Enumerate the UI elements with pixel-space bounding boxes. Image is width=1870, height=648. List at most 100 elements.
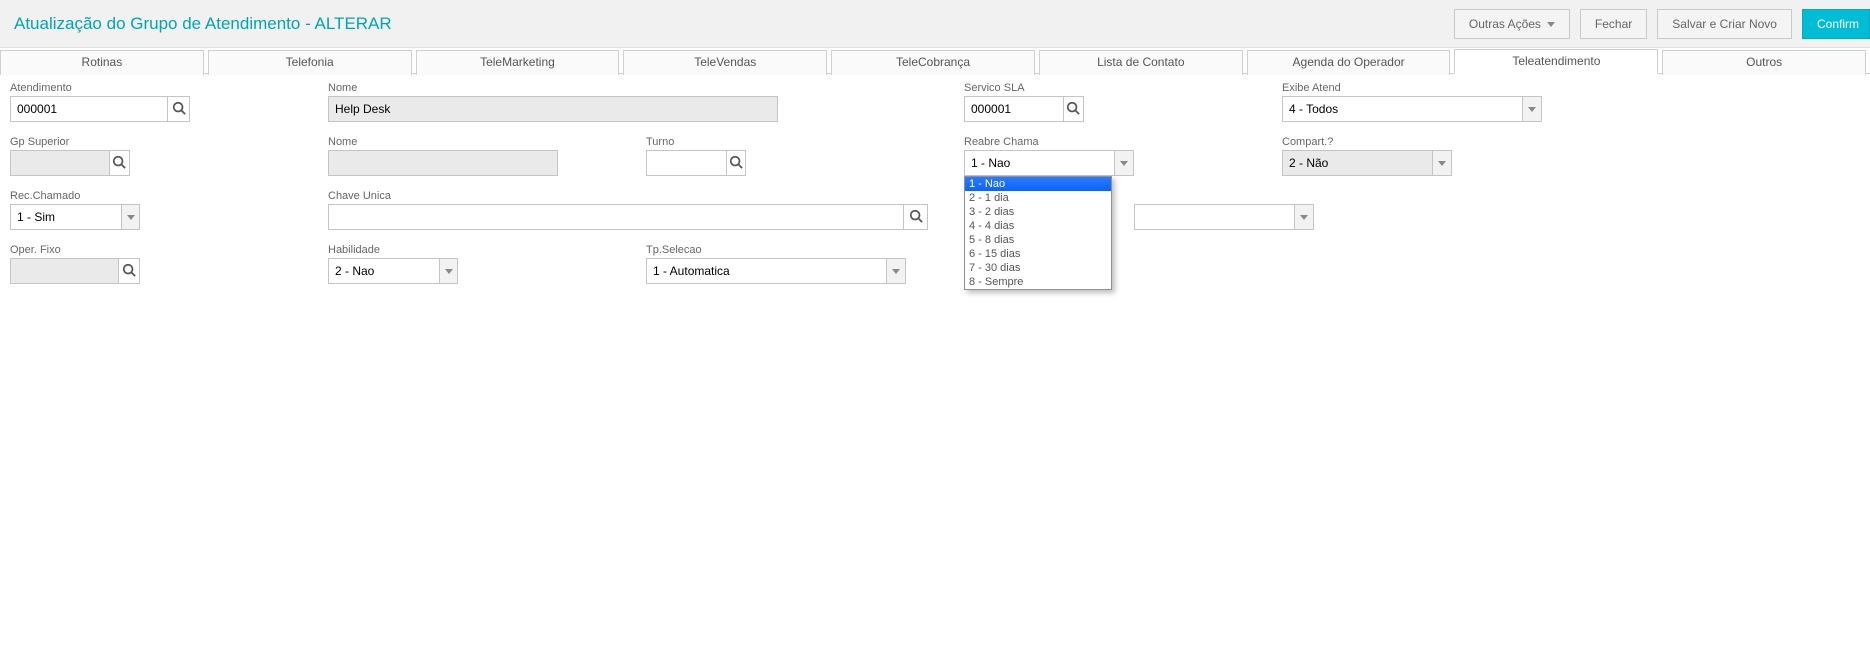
tab-telecobranca[interactable]: TeleCobrança xyxy=(831,50,1035,75)
extra-combo[interactable] xyxy=(1134,204,1314,230)
compart-label: Compart.? xyxy=(1282,136,1592,148)
tp-selecao-combo[interactable] xyxy=(646,258,906,284)
reabre-option[interactable]: 3 - 2 dias xyxy=(965,205,1111,219)
habilidade-combo[interactable] xyxy=(328,258,458,284)
oper-fixo-label: Oper. Fixo xyxy=(10,244,320,256)
search-icon xyxy=(172,101,186,118)
rec-chamado-combo[interactable] xyxy=(10,204,140,230)
search-icon xyxy=(909,209,923,226)
chevron-down-icon xyxy=(1547,22,1555,27)
chave-unica-input[interactable] xyxy=(328,204,903,230)
tab-telefonia[interactable]: Telefonia xyxy=(208,50,412,75)
nome2-input[interactable] xyxy=(328,150,558,176)
reabre-arrow[interactable] xyxy=(1114,150,1134,176)
gp-superior-search-button[interactable] xyxy=(109,150,130,176)
extra-arrow[interactable] xyxy=(1294,204,1314,230)
tp-selecao-input[interactable] xyxy=(646,258,886,284)
nome1-input[interactable] xyxy=(328,96,778,122)
form-area: Atendimento Nome Servico SLA xyxy=(0,74,1870,306)
tab-lista-contato[interactable]: Lista de Contato xyxy=(1039,50,1243,75)
chevron-down-icon xyxy=(1438,161,1446,166)
page-title: Atualização do Grupo de Atendimento - AL… xyxy=(14,14,1454,34)
tp-selecao-arrow[interactable] xyxy=(886,258,906,284)
servico-sla-field xyxy=(964,96,1084,122)
tab-agenda-operador[interactable]: Agenda do Operador xyxy=(1247,50,1451,75)
confirm-button[interactable]: Confirm xyxy=(1802,9,1870,39)
oper-fixo-field xyxy=(10,258,140,284)
chave-unica-search-button[interactable] xyxy=(903,204,928,230)
exibe-atend-combo[interactable] xyxy=(1282,96,1542,122)
servico-sla-label: Servico SLA xyxy=(964,82,1274,94)
habilidade-arrow[interactable] xyxy=(439,258,458,284)
rec-chamado-arrow[interactable] xyxy=(121,204,140,230)
turno-search-button[interactable] xyxy=(726,150,746,176)
chevron-down-icon xyxy=(127,215,135,220)
servico-sla-search-button[interactable] xyxy=(1063,96,1084,122)
other-actions-button[interactable]: Outras Ações xyxy=(1454,9,1570,39)
habilidade-label: Habilidade xyxy=(328,244,638,256)
chave-unica-label: Chave Unica xyxy=(328,190,956,202)
header-bar: Atualização do Grupo de Atendimento - AL… xyxy=(0,0,1870,48)
rec-chamado-label: Rec.Chamado xyxy=(10,190,320,202)
tab-telemarketing[interactable]: TeleMarketing xyxy=(416,50,620,75)
reabre-combo[interactable] xyxy=(964,150,1134,176)
oper-fixo-search-button[interactable] xyxy=(118,258,140,284)
turno-input[interactable] xyxy=(646,150,726,176)
save-and-new-label: Salvar e Criar Novo xyxy=(1672,17,1777,31)
confirm-label: Confirm xyxy=(1817,17,1859,31)
servico-sla-input[interactable] xyxy=(964,96,1063,122)
reabre-input[interactable] xyxy=(964,150,1114,176)
tab-televendas[interactable]: TeleVendas xyxy=(623,50,827,75)
reabre-option[interactable]: 4 - 4 dias xyxy=(965,219,1111,233)
nome2-label: Nome xyxy=(328,136,638,148)
atendimento-field xyxy=(10,96,190,122)
header-actions: Outras Ações Fechar Salvar e Criar Novo … xyxy=(1454,9,1870,39)
turno-field xyxy=(646,150,746,176)
chevron-down-icon xyxy=(445,269,453,274)
turno-label: Turno xyxy=(646,136,956,148)
rec-chamado-input[interactable] xyxy=(10,204,121,230)
other-actions-label: Outras Ações xyxy=(1469,17,1541,31)
chevron-down-icon xyxy=(1300,215,1308,220)
exibe-atend-arrow[interactable] xyxy=(1522,96,1542,122)
chevron-down-icon xyxy=(892,269,900,274)
reabre-option[interactable]: 2 - 1 dia xyxy=(965,191,1111,205)
search-icon xyxy=(112,155,126,172)
atendimento-search-button[interactable] xyxy=(167,96,190,122)
save-and-new-button[interactable]: Salvar e Criar Novo xyxy=(1657,9,1792,39)
extra-input[interactable] xyxy=(1134,204,1294,230)
reabre-option[interactable]: 8 - Sempre xyxy=(965,275,1111,289)
compart-arrow[interactable] xyxy=(1432,150,1452,176)
chevron-down-icon xyxy=(1528,107,1536,112)
reabre-dropdown: 1 - Nao 2 - 1 dia 3 - 2 dias 4 - 4 dias … xyxy=(964,176,1112,290)
search-icon xyxy=(729,155,743,172)
atendimento-input[interactable] xyxy=(10,96,167,122)
oper-fixo-input[interactable] xyxy=(10,258,118,284)
close-label: Fechar xyxy=(1595,17,1632,31)
tabs-row: Rotinas Telefonia TeleMarketing TeleVend… xyxy=(0,48,1870,74)
tp-selecao-label: Tp.Selecao xyxy=(646,244,956,256)
close-button[interactable]: Fechar xyxy=(1580,9,1647,39)
gp-superior-label: Gp Superior xyxy=(10,136,320,148)
reabre-option[interactable]: 7 - 30 dias xyxy=(965,261,1111,275)
reabre-label: Reabre Chama xyxy=(964,136,1274,148)
tab-teleatendimento[interactable]: Teleatendimento xyxy=(1454,49,1658,74)
habilidade-input[interactable] xyxy=(328,258,439,284)
compart-input[interactable] xyxy=(1282,150,1432,176)
reabre-option[interactable]: 1 - Nao xyxy=(965,177,1111,191)
tab-outros[interactable]: Outros xyxy=(1662,50,1866,75)
search-icon xyxy=(122,263,136,280)
atendimento-label: Atendimento xyxy=(10,82,320,94)
exibe-atend-input[interactable] xyxy=(1282,96,1522,122)
gp-superior-input[interactable] xyxy=(10,150,109,176)
reabre-option[interactable]: 6 - 15 dias xyxy=(965,247,1111,261)
chevron-down-icon xyxy=(1120,161,1128,166)
compart-combo[interactable] xyxy=(1282,150,1452,176)
reabre-option[interactable]: 5 - 8 dias xyxy=(965,233,1111,247)
nome1-label: Nome xyxy=(328,82,956,94)
chave-unica-field xyxy=(328,204,928,230)
gp-superior-field xyxy=(10,150,130,176)
tab-rotinas[interactable]: Rotinas xyxy=(0,50,204,75)
exibe-atend-label: Exibe Atend xyxy=(1282,82,1592,94)
search-icon xyxy=(1066,101,1080,118)
